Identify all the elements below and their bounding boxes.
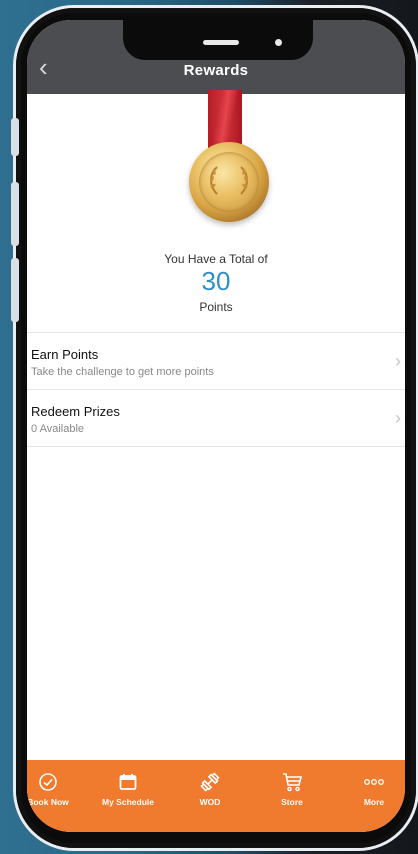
- more-icon: [337, 770, 405, 794]
- phone-side-button: [11, 258, 19, 322]
- list-item-redeem-prizes[interactable]: Redeem Prizes 0 Available ›: [27, 389, 405, 447]
- tab-book-now[interactable]: Book Now: [27, 770, 85, 807]
- laurel-icon: [210, 166, 248, 195]
- page-title: Rewards: [183, 62, 249, 79]
- tab-label: More: [363, 797, 385, 807]
- tab-my-schedule[interactable]: My Schedule: [91, 770, 165, 807]
- medal-illustration: [27, 90, 405, 250]
- points-total-value: 30: [201, 266, 231, 296]
- points-total-label: You Have a Total of: [164, 252, 268, 266]
- list-item-subtitle: 0 Available: [31, 423, 85, 435]
- list-item-title: Earn Points: [31, 347, 99, 362]
- app-screen: ‹ Rewards You Have a Total of 30 Points …: [27, 20, 405, 832]
- cart-icon: [255, 770, 329, 794]
- front-camera: [275, 39, 282, 46]
- dumbbell-icon: [173, 770, 247, 794]
- tab-label: My Schedule: [102, 797, 154, 807]
- tab-store[interactable]: Store: [255, 770, 329, 807]
- list-item-earn-points[interactable]: Earn Points Take the challenge to get mo…: [27, 332, 405, 389]
- speaker-grill: [203, 40, 239, 45]
- list-item-title: Redeem Prizes: [31, 404, 120, 419]
- calendar-icon: [91, 770, 165, 794]
- list-item-subtitle: Take the challenge to get more points: [31, 366, 214, 378]
- phone-side-button: [11, 118, 19, 156]
- phone-notch: [123, 20, 313, 60]
- chevron-right-icon: ›: [395, 351, 401, 371]
- tab-label: Book Now: [27, 797, 69, 807]
- check-circle-icon: [27, 770, 85, 794]
- gold-medal-icon: [189, 142, 269, 222]
- rewards-list: Earn Points Take the challenge to get mo…: [27, 332, 405, 447]
- tab-label: Store: [281, 797, 303, 807]
- bottom-tab-bar: Book Now My Schedule WOD Store More: [27, 760, 405, 832]
- phone-side-button: [11, 182, 19, 246]
- tab-label: WOD: [199, 797, 221, 807]
- chevron-right-icon: ›: [395, 408, 401, 428]
- points-unit-label: Points: [199, 300, 233, 314]
- medal-face: [199, 152, 259, 212]
- tab-more[interactable]: More: [337, 770, 405, 807]
- tab-wod[interactable]: WOD: [173, 770, 247, 807]
